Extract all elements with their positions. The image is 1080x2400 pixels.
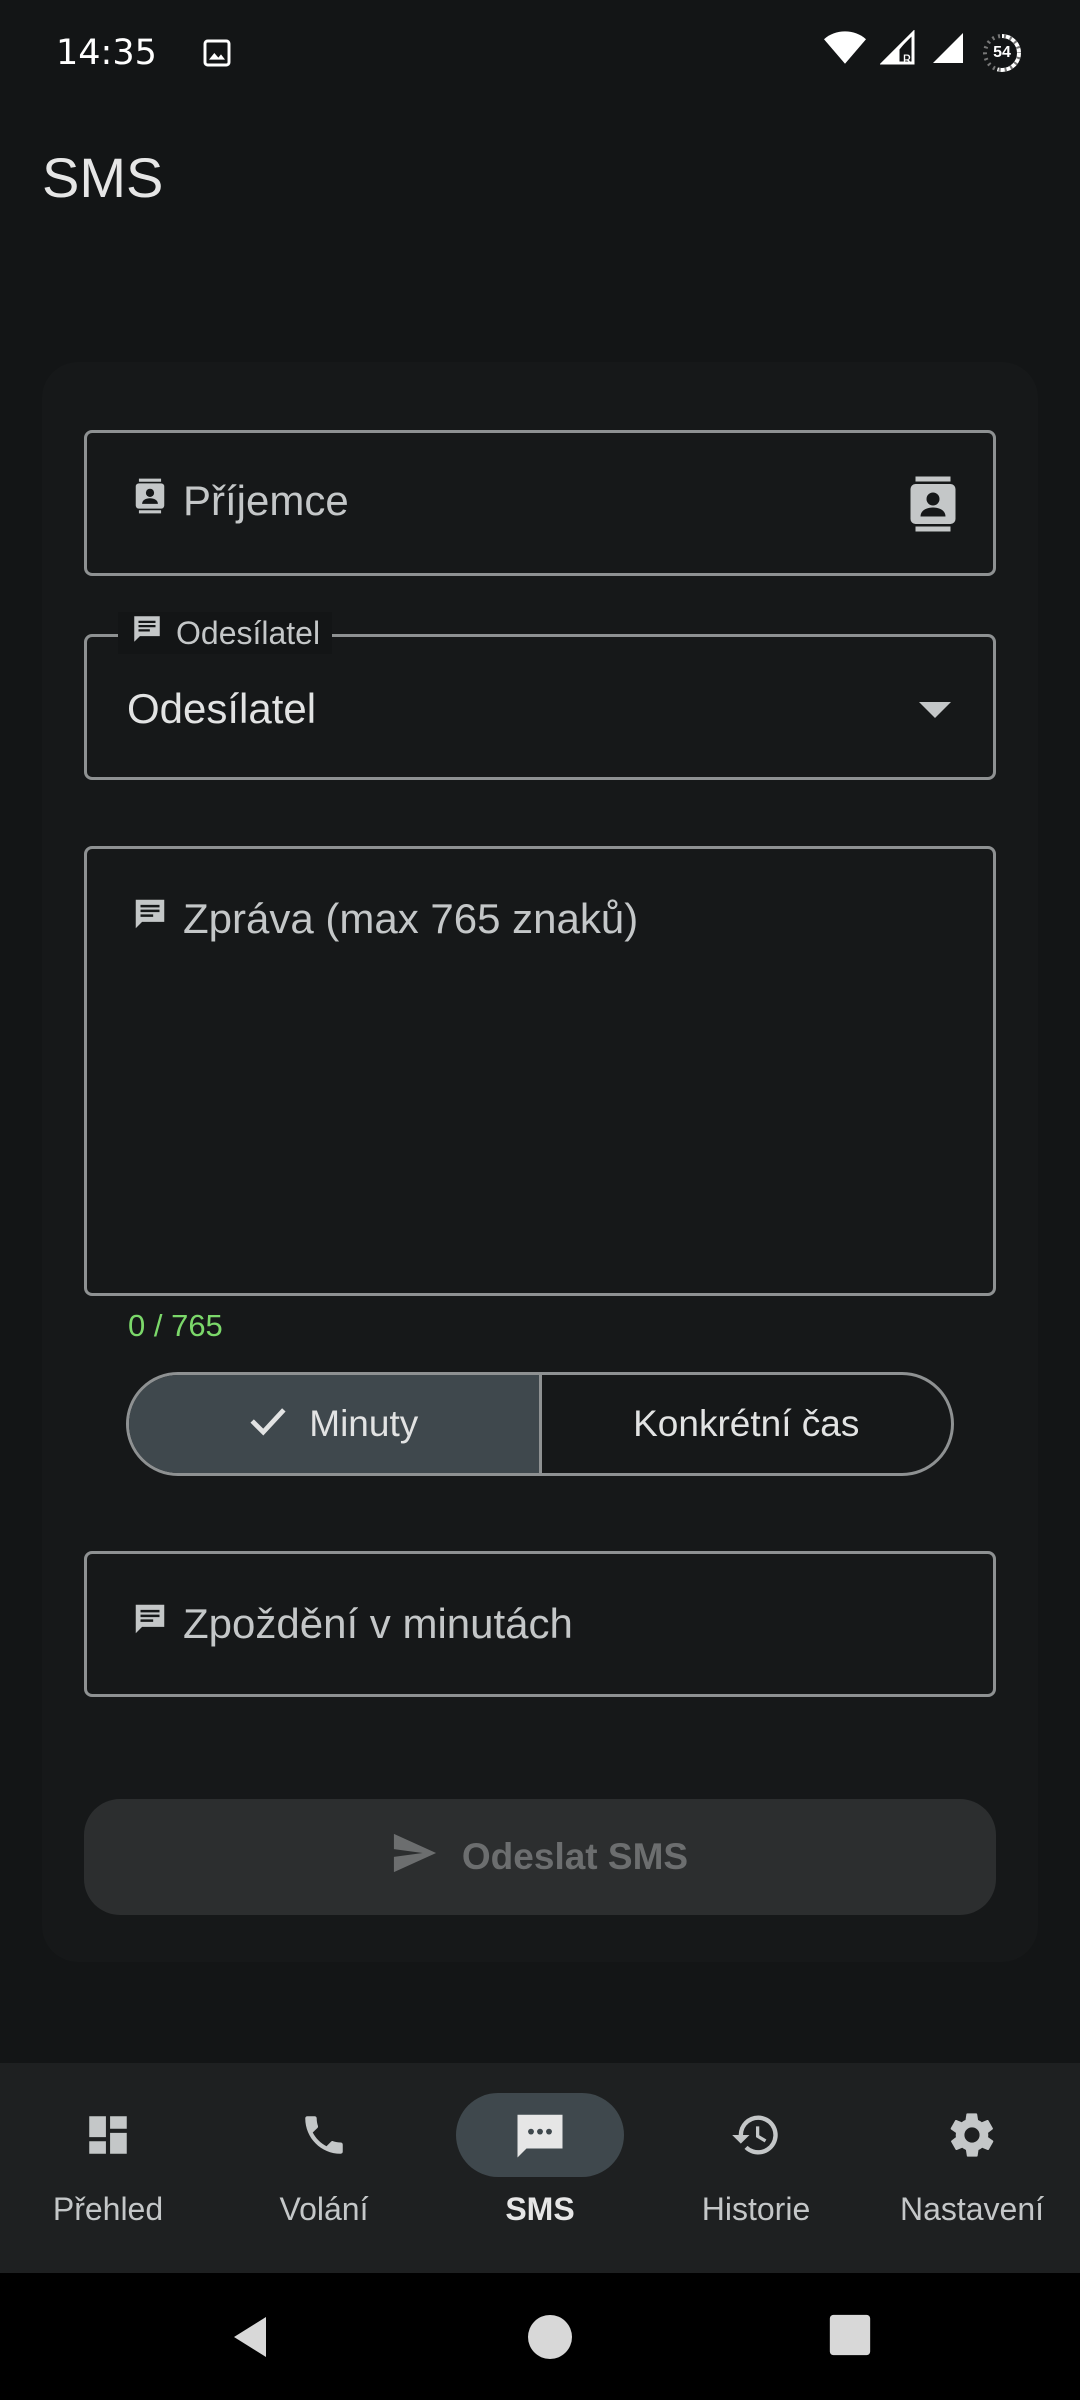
sms-icon <box>456 2093 624 2177</box>
system-navigation-bar <box>0 2273 1080 2400</box>
battery-level: 54 <box>993 43 1011 61</box>
nav-item-history[interactable]: Historie <box>648 2063 864 2273</box>
settings-icon <box>888 2093 1056 2177</box>
phone-icon <box>240 2093 408 2177</box>
sender-dropdown[interactable]: Odesílatel <box>84 634 996 780</box>
nav-item-sms[interactable]: SMS <box>432 2063 648 2273</box>
nav-item-calls[interactable]: Volání <box>216 2063 432 2273</box>
delay-minutes-field[interactable]: Zpoždění v minutách <box>84 1551 996 1697</box>
recents-icon[interactable] <box>828 2313 872 2362</box>
segment-minutes[interactable]: Minuty <box>129 1375 539 1473</box>
svg-text:R: R <box>903 53 912 67</box>
nav-item-settings[interactable]: Nastavení <box>864 2063 1080 2273</box>
contact-icon <box>131 477 169 525</box>
character-counter: 0 / 765 <box>128 1308 223 1343</box>
bottom-navigation: Přehled Volání SMS Historie Nastavení <box>0 2063 1080 2273</box>
status-bar: 14:35 R 54 <box>0 0 1080 105</box>
segment-specific-time[interactable]: Konkrétní čas <box>542 1375 952 1473</box>
check-icon <box>249 1403 287 1445</box>
delay-placeholder: Zpoždění v minutách <box>131 1600 573 1648</box>
status-time: 14:35 <box>56 32 157 73</box>
message-textarea[interactable]: Zpráva (max 765 znaků) <box>84 846 996 1296</box>
home-icon[interactable] <box>526 2313 574 2366</box>
chevron-down-icon <box>919 701 951 724</box>
battery-icon: 54 <box>980 31 1024 75</box>
signal-roaming-icon: R <box>879 29 916 75</box>
send-sms-button[interactable]: Odeslat SMS <box>84 1799 996 1915</box>
page-title: SMS <box>42 146 164 209</box>
message-icon <box>130 612 164 654</box>
recipient-field[interactable]: Příjemce <box>84 430 996 576</box>
signal-icon <box>930 30 966 75</box>
schedule-mode-toggle: Minuty Konkrétní čas <box>126 1372 954 1476</box>
send-icon <box>392 1833 438 1882</box>
nav-item-overview[interactable]: Přehled <box>0 2063 216 2273</box>
wifi-icon <box>824 30 866 75</box>
contacts-picker-icon[interactable] <box>903 471 963 542</box>
sender-selected-value: Odesílatel <box>127 685 317 732</box>
sender-label: Odesílatel <box>118 612 333 654</box>
message-icon <box>131 895 169 943</box>
message-placeholder: Zpráva (max 765 znaků) <box>131 895 638 943</box>
dashboard-icon <box>24 2093 192 2177</box>
image-icon <box>201 37 233 69</box>
recipient-placeholder: Příjemce <box>131 477 349 525</box>
back-icon[interactable] <box>226 2313 274 2366</box>
history-icon <box>672 2093 840 2177</box>
message-icon <box>131 1600 169 1648</box>
